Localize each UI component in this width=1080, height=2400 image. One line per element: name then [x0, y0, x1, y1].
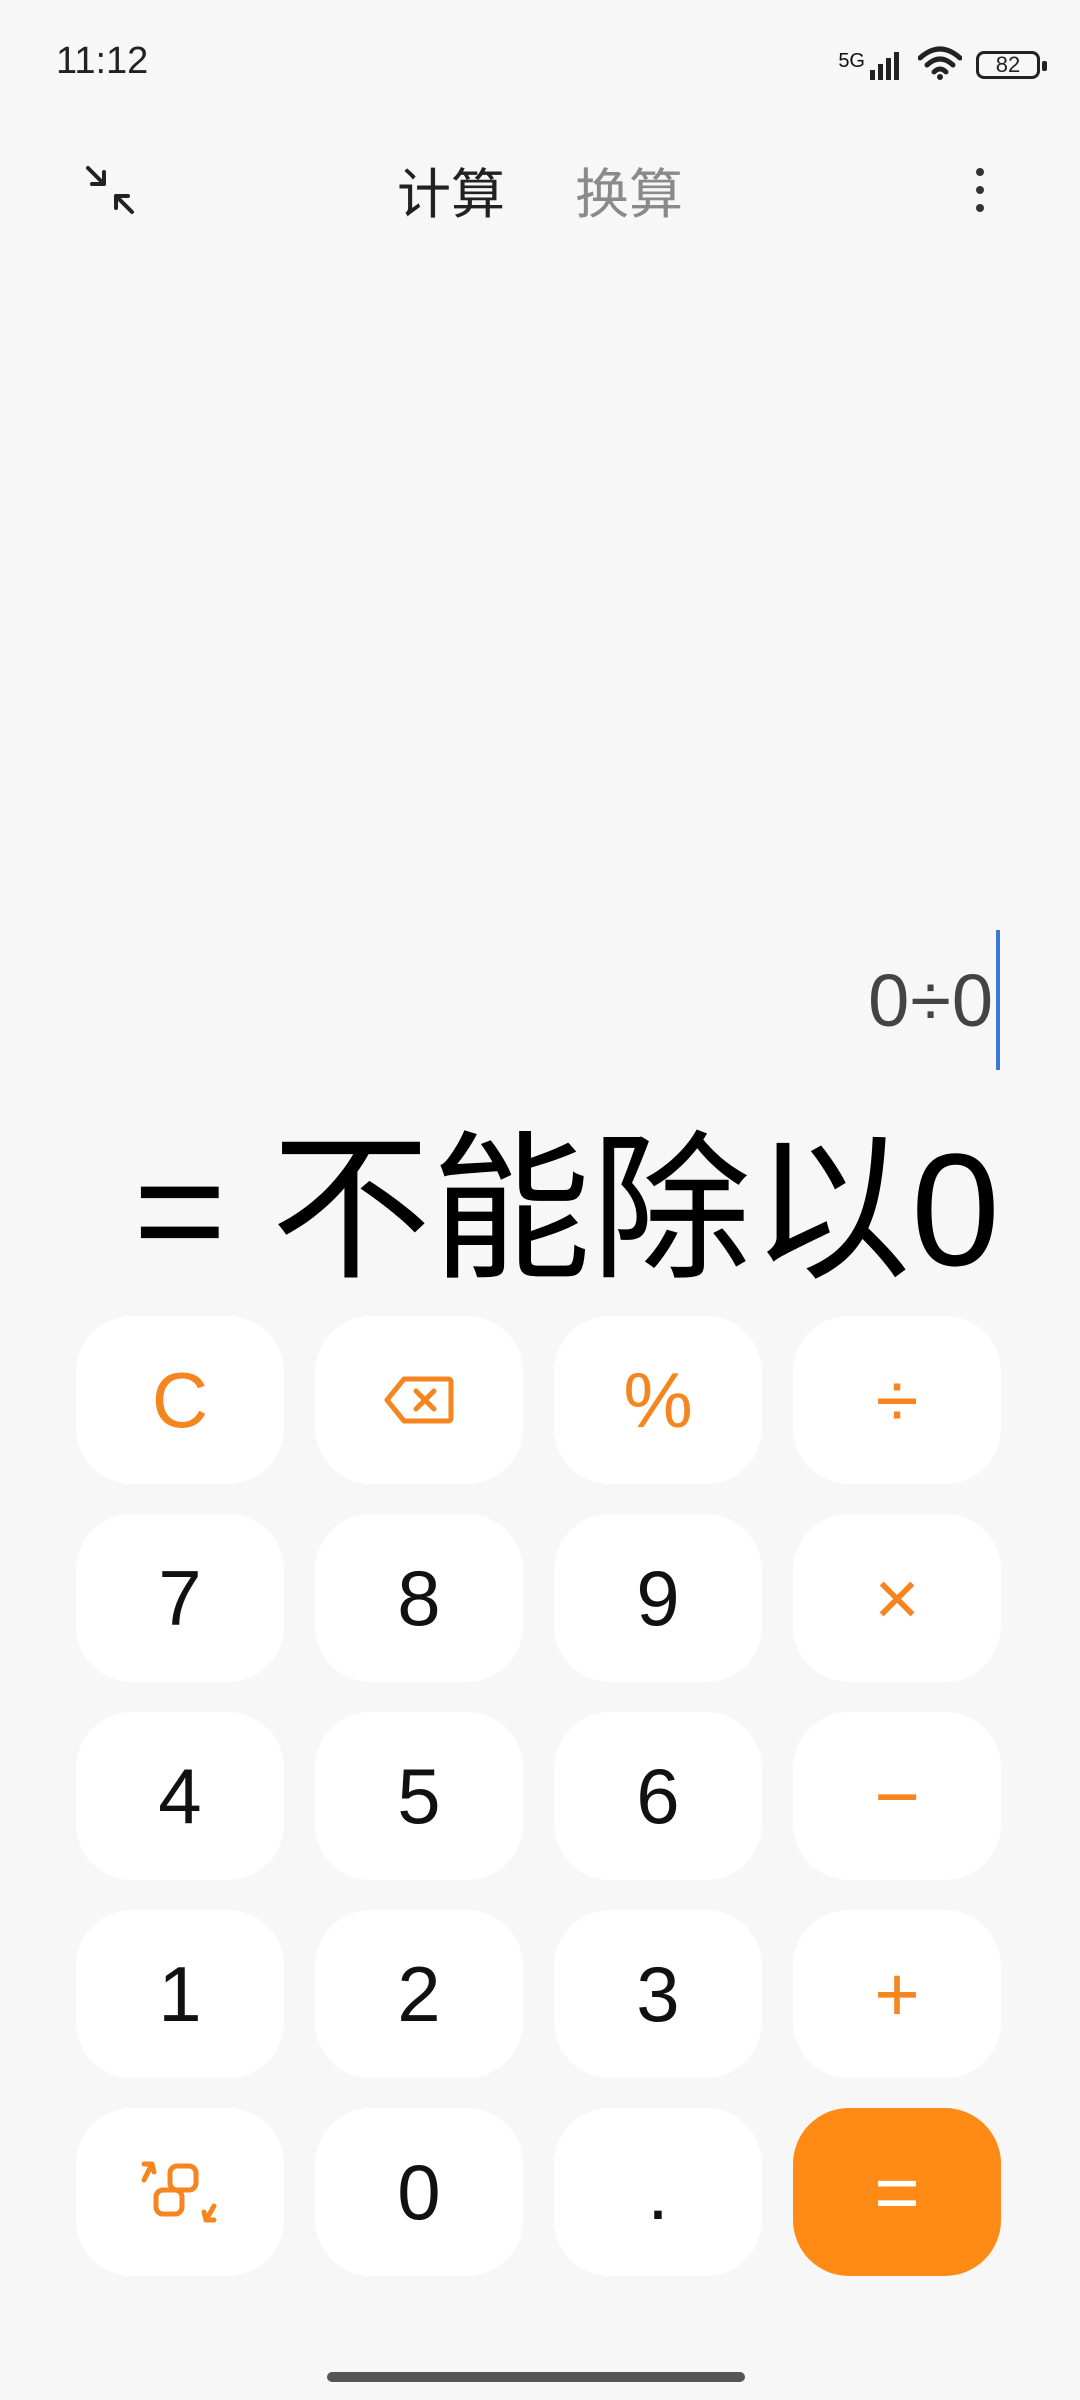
expression-input[interactable]: 0÷0	[868, 958, 994, 1043]
expression-row[interactable]: 0÷0	[868, 930, 1000, 1070]
key-label: +	[874, 1949, 920, 2038]
multiply-button[interactable]: ×	[793, 1514, 1001, 1682]
tab-convert[interactable]: 换算	[575, 150, 683, 229]
network-type: 5G	[838, 50, 865, 72]
digit-3-button[interactable]: 3	[554, 1910, 762, 2078]
key-label: 3	[636, 1949, 680, 2038]
key-label: 5	[397, 1751, 441, 1840]
key-label: 4	[158, 1751, 202, 1840]
mode-tabs: 计算 换算	[0, 150, 1080, 229]
key-label: 9	[636, 1553, 680, 1642]
status-icons: 5G 82	[838, 40, 1047, 90]
text-cursor	[996, 930, 1000, 1070]
key-label: −	[874, 1751, 920, 1840]
key-label: 1	[158, 1949, 202, 2038]
more-vertical-icon	[976, 168, 984, 176]
battery-icon: 82	[976, 51, 1047, 79]
digit-4-button[interactable]: 4	[76, 1712, 284, 1880]
add-button[interactable]: +	[793, 1910, 1001, 2078]
result-display: = 不能除以0	[133, 1120, 1000, 1299]
percent-button[interactable]: %	[554, 1316, 762, 1484]
status-time: 11:12	[56, 40, 149, 82]
key-label: %	[623, 1355, 693, 1444]
digit-2-button[interactable]: 2	[315, 1910, 523, 2078]
subtract-button[interactable]: −	[793, 1712, 1001, 1880]
key-label: 2	[397, 1949, 441, 2038]
key-label: ÷	[875, 1355, 919, 1444]
digit-5-button[interactable]: 5	[315, 1712, 523, 1880]
more-vertical-icon-dot	[976, 186, 984, 194]
key-label: 8	[397, 1553, 441, 1642]
key-label: 0	[397, 2147, 441, 2236]
wifi-icon	[917, 46, 963, 85]
key-label: ×	[874, 1553, 920, 1642]
top-bar: 计算 换算	[0, 120, 1080, 240]
more-menu-button[interactable]	[950, 150, 1010, 230]
battery-level: 82	[995, 52, 1021, 77]
key-label: =	[874, 2147, 920, 2236]
switch-mode-button[interactable]	[76, 2108, 284, 2276]
decimal-point-button[interactable]: .	[554, 2108, 762, 2276]
backspace-icon	[384, 1376, 454, 1424]
key-label: 6	[636, 1751, 680, 1840]
digit-7-button[interactable]: 7	[76, 1514, 284, 1682]
digit-9-button[interactable]: 9	[554, 1514, 762, 1682]
signal-icon: 5G	[838, 50, 904, 80]
clear-button[interactable]: C	[76, 1316, 284, 1484]
key-label: 7	[158, 1553, 202, 1642]
key-label: .	[647, 2147, 669, 2236]
more-vertical-icon-dot	[976, 204, 984, 212]
digit-1-button[interactable]: 1	[76, 1910, 284, 2078]
keypad: C % ÷ 7 8 9 × 4 5 6 − 1 2 3 + 0 . =	[76, 1316, 1003, 2276]
digit-8-button[interactable]: 8	[315, 1514, 523, 1682]
backspace-button[interactable]	[315, 1316, 523, 1484]
equals-button[interactable]: =	[793, 2108, 1001, 2276]
status-bar: 11:12 5G 82	[0, 0, 1080, 120]
digit-6-button[interactable]: 6	[554, 1712, 762, 1880]
tab-calculate[interactable]: 计算	[397, 150, 505, 229]
digit-0-button[interactable]: 0	[315, 2108, 523, 2276]
divide-button[interactable]: ÷	[793, 1316, 1001, 1484]
key-label: C	[151, 1355, 209, 1444]
swap-mode-icon	[141, 2161, 217, 2223]
home-indicator[interactable]	[327, 2372, 745, 2382]
